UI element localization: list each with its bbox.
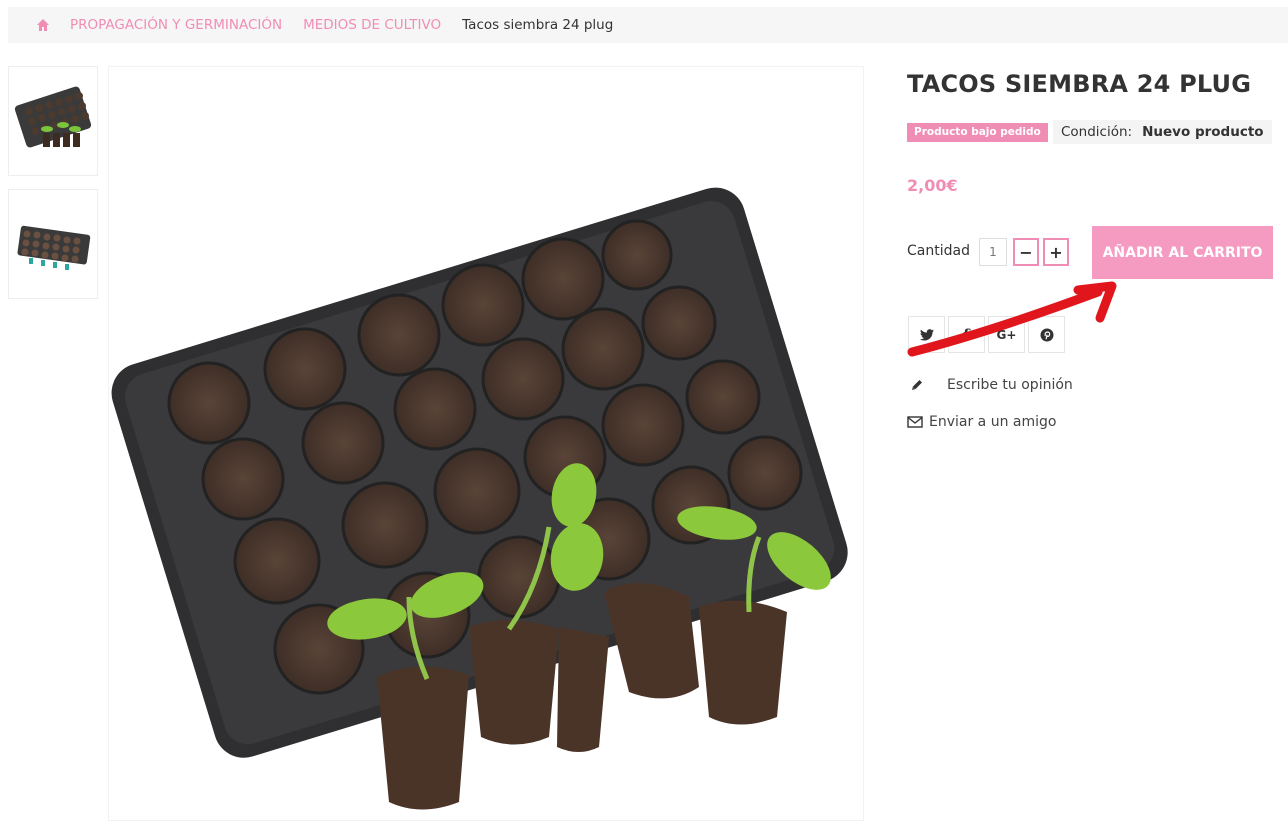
send-to-friend-label: Enviar a un amigo xyxy=(929,414,1057,430)
thumbnail-tray-image xyxy=(17,225,91,270)
breadcrumb-medios-de-cultivo[interactable]: MEDIOS DE CULTIVO xyxy=(303,17,441,33)
breadcrumb-current: Tacos siembra 24 plug xyxy=(462,17,614,33)
condition-value: Nuevo producto xyxy=(1142,124,1264,140)
facebook-icon: f xyxy=(963,325,970,344)
availability-badge: Producto bajo pedido xyxy=(907,123,1048,142)
share-facebook-button[interactable]: f xyxy=(948,316,985,353)
pencil-icon xyxy=(912,380,922,390)
product-title: TACOS SIEMBRA 24 PLUG xyxy=(907,70,1252,98)
home-icon[interactable] xyxy=(36,18,50,32)
quantity-increase-button[interactable]: + xyxy=(1043,238,1069,266)
product-price: 2,00€ xyxy=(907,176,958,195)
write-review-link[interactable]: Escribe tu opinión xyxy=(910,377,1073,393)
twitter-icon xyxy=(919,328,934,340)
google-plus-icon: G+ xyxy=(996,327,1017,342)
product-thumbnail-2[interactable] xyxy=(8,189,98,299)
thumbnail-tray-with-seedlings-image xyxy=(14,86,92,148)
product-condition: Condición: Nuevo producto xyxy=(1053,120,1272,144)
breadcrumb: PROPAGACIÓN Y GERMINACIÓN MEDIOS DE CULT… xyxy=(8,7,1288,43)
seed-plug-tray-photo xyxy=(111,187,848,810)
envelope-icon xyxy=(907,416,923,428)
breadcrumb-propagacion[interactable]: PROPAGACIÓN Y GERMINACIÓN xyxy=(70,17,282,33)
quantity-input[interactable]: 1 xyxy=(979,238,1007,266)
product-main-image[interactable] xyxy=(108,66,864,821)
add-to-cart-button[interactable]: AÑADIR AL CARRITO xyxy=(1092,226,1273,279)
product-thumbnail-1[interactable] xyxy=(8,66,98,176)
write-review-label: Escribe tu opinión xyxy=(947,377,1073,393)
share-pinterest-button[interactable] xyxy=(1028,316,1065,353)
condition-label: Condición: xyxy=(1061,124,1133,140)
share-google-plus-button[interactable]: G+ xyxy=(988,316,1025,353)
quantity-label: Cantidad xyxy=(907,243,970,259)
pinterest-icon xyxy=(1040,328,1053,341)
send-to-friend-link[interactable]: Enviar a un amigo xyxy=(907,414,1056,430)
share-twitter-button[interactable] xyxy=(908,316,945,353)
quantity-decrease-button[interactable]: − xyxy=(1013,238,1039,266)
